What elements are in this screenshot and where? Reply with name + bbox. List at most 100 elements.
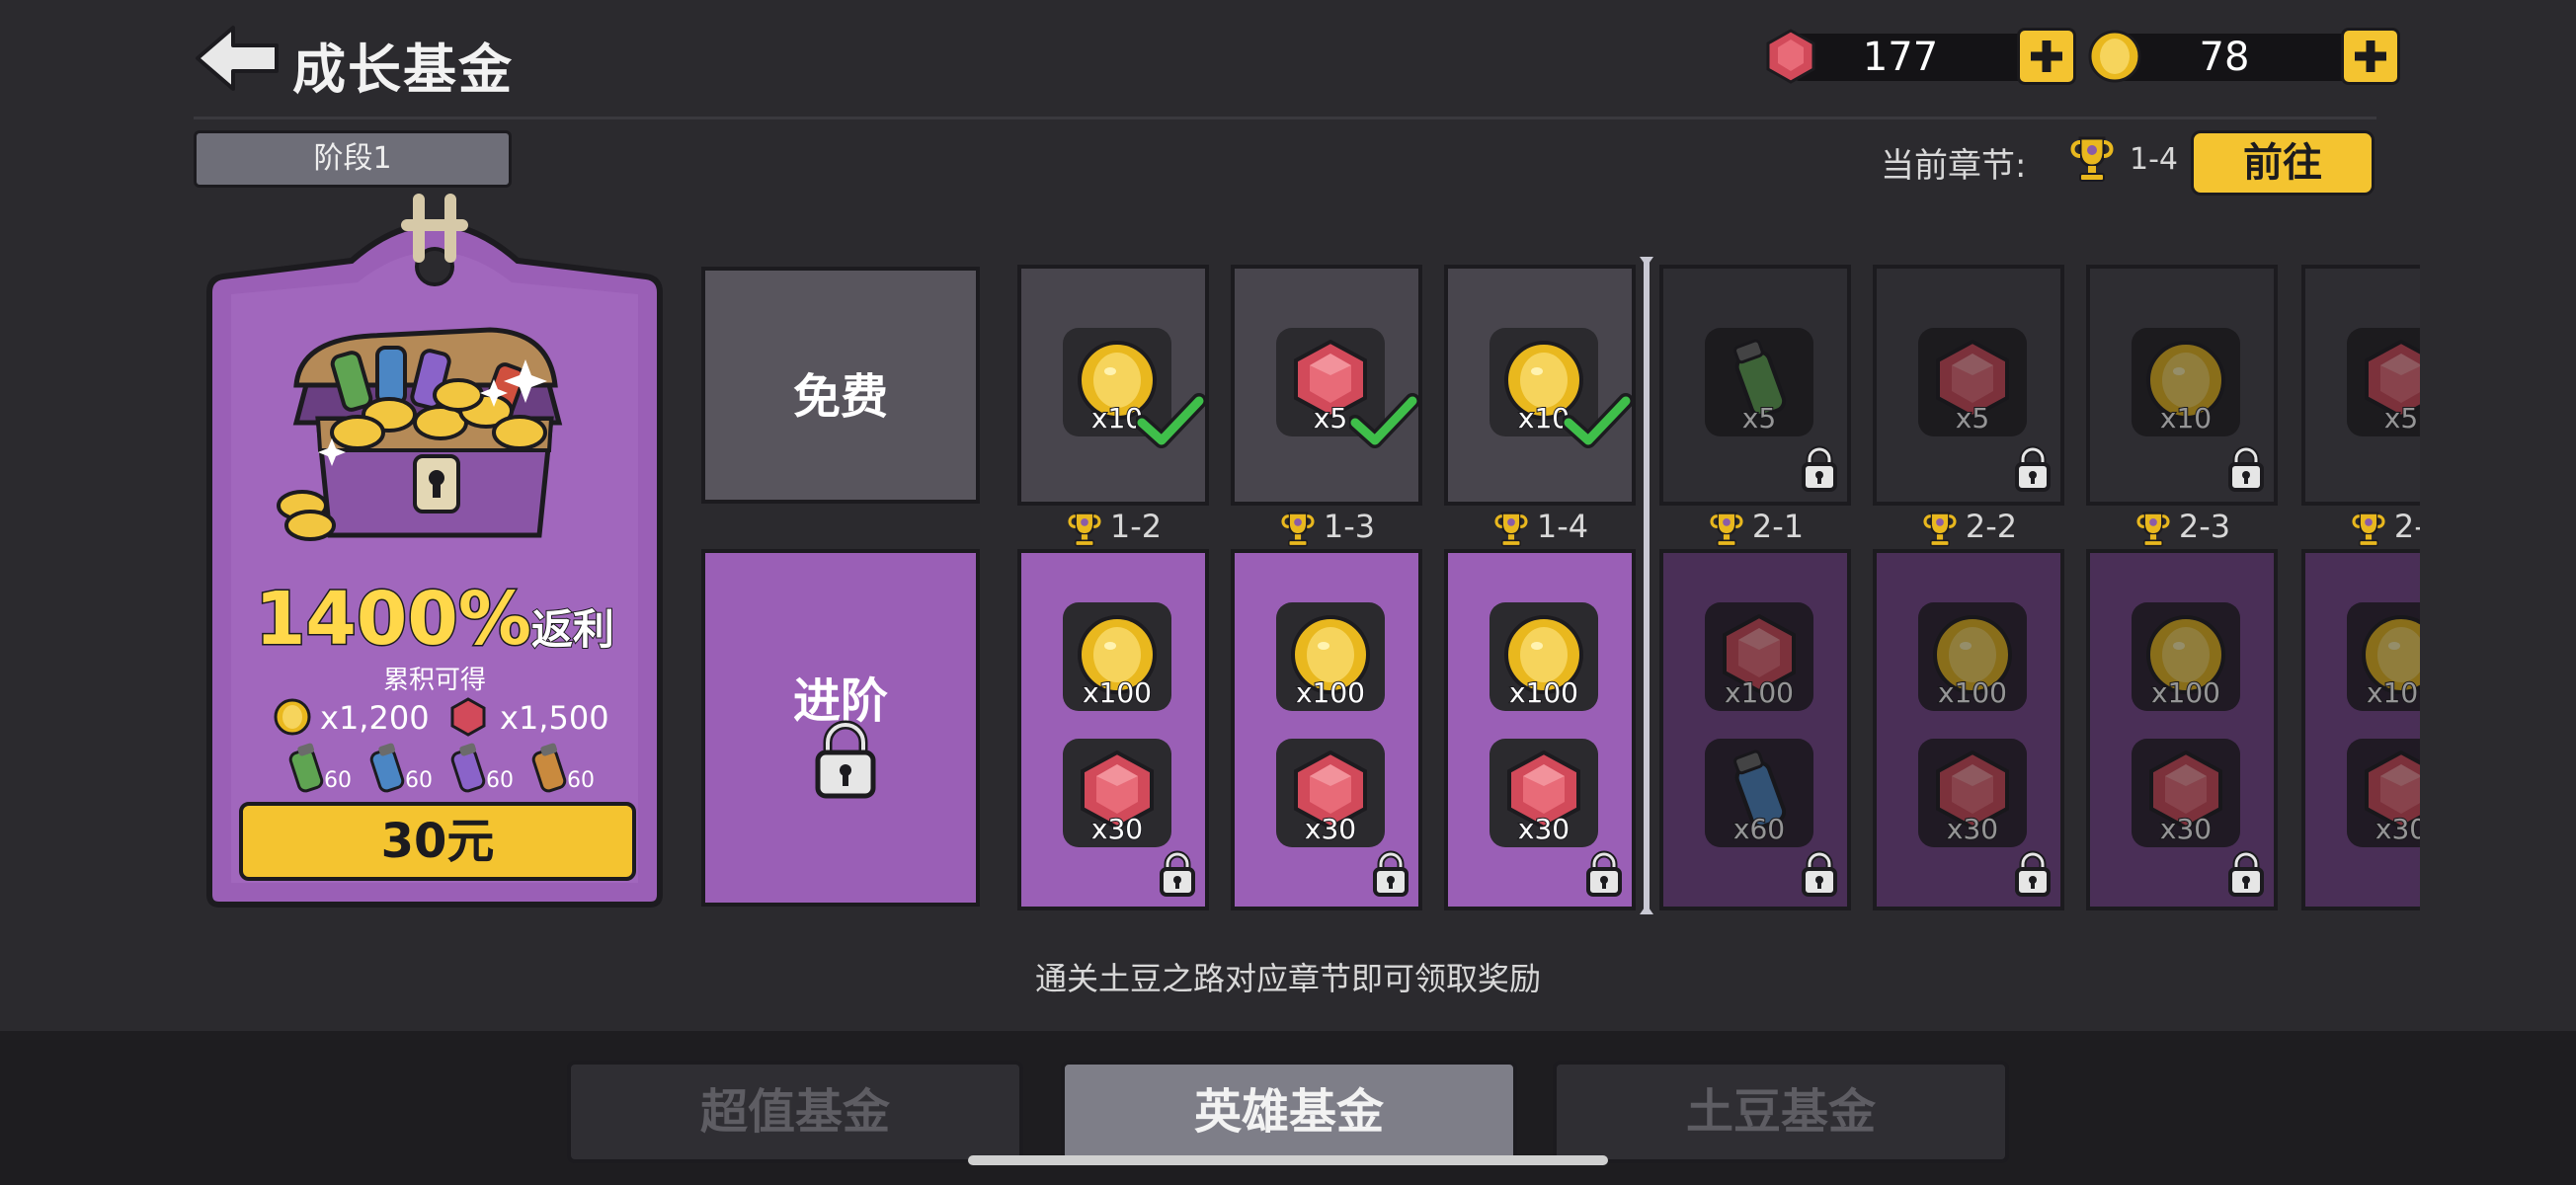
tab-value-fund[interactable]: 超值基金 [567,1061,1023,1163]
reward-column-2-4: x52-4 x100x30 [2294,259,2420,918]
locked-overlay [1918,602,2027,711]
free-reward-cell[interactable]: x5 [2301,265,2420,506]
potion-orange-total: 60 [527,743,606,800]
checkmark-icon [1347,393,1420,452]
reward-column-1-2: x10 1-2 x100 x30 [1009,259,1217,918]
rebate-text: 1400%返利 [203,576,666,664]
free-reward-cell[interactable]: x10 [2086,265,2278,506]
potion-green-total: 60 [284,743,363,800]
reward-amount: x100 [1082,675,1153,710]
coin-icon [274,698,311,736]
free-reward-cell[interactable]: x5 [1659,265,1851,506]
advanced-reward-coin: x100 [1063,602,1171,711]
advanced-reward-cell[interactable]: x100x30 [2086,549,2278,910]
trophy-icon [2070,136,2114,182]
green-potion-icon [288,743,324,793]
purchase-price-button[interactable]: 30元 [239,802,636,881]
lock-icon [815,720,876,799]
stage-number: 1-3 [1323,508,1376,545]
treasure-chest-icon [277,327,563,541]
advanced-reward-gem: x30 [1063,739,1171,847]
advanced-reward-cell[interactable]: x100x30 [2301,549,2420,910]
stage-label: 1-4 [1436,508,1644,549]
free-row-label: 免费 [792,369,888,425]
coin-count: 78 [2199,35,2250,80]
tab-hero-fund[interactable]: 英雄基金 [1061,1061,1517,1163]
progress-separator [1640,257,1653,914]
orange-potion-icon [531,743,567,793]
stage-label: 2-2 [1865,508,2072,549]
locked-overlay [1918,328,2027,436]
accumulated-totals: x1,200 x1,500 [273,695,618,741]
trophy-icon [1707,508,1752,547]
advanced-reward-gem: x30 [1276,739,1385,847]
stage-number: 2-4 [2393,508,2420,545]
add-coins-button[interactable] [2341,28,2400,85]
locked-overlay [1705,328,1813,436]
checkmark-icon [1134,393,1207,452]
current-chapter-label: 当前章节: [1881,146,2027,186]
advanced-reward-coin: x100 [1276,602,1385,711]
free-reward-cell[interactable]: x5 [1873,265,2064,506]
gem-counter: 177 [1762,28,2076,85]
locked-overlay [2132,602,2240,711]
trophy-icon [2133,508,2179,547]
advanced-reward-cell[interactable]: x100x30 [1873,549,2064,910]
stage-label: 2-3 [2078,508,2286,549]
reward-column-2-2: x5 2-2 x100 x30 [1865,259,2072,918]
trophy-icon [2349,508,2394,547]
gems-total: x1,500 [500,699,609,737]
trophy-icon [1920,508,1966,547]
trophy-icon [1065,508,1110,547]
blue-potion-icon [369,743,405,793]
reward-amount: x100 [1508,675,1579,710]
coin-counter: 78 [2086,28,2400,85]
accumulated-label: 累积可得 [382,666,486,695]
reward-grid: x10 1-2 x100 x30 x5 1-3 x100 x30 x10 1-4 x100 x30 x5… [1009,259,2420,918]
rebate-label: 返利 [530,604,615,655]
lock-icon [2226,849,2266,901]
stage-tab[interactable]: 阶段1 [194,130,512,188]
free-reward-cell[interactable]: x5 [1231,265,1422,506]
stage-number: 2-3 [2178,508,2231,545]
reward-column-1-4: x10 1-4 x100 x30 [1436,259,1644,918]
advanced-reward-gem: x30 [1489,739,1598,847]
trophy-icon [1278,508,1324,547]
free-reward-cell[interactable]: x10 [1017,265,1209,506]
tab-potato-fund[interactable]: 土豆基金 [1553,1061,2009,1163]
stage-label: 2-4 [2294,508,2420,549]
free-row-header: 免费 [701,267,980,504]
go-button[interactable]: 前往 [2191,130,2375,196]
advanced-reward-cell[interactable]: x100 x30 [1017,549,1209,910]
reward-amount: x30 [1090,812,1144,846]
reward-amount: x30 [1304,812,1357,846]
add-gems-button[interactable] [2017,28,2076,85]
reward-column-2-1: x5 2-1 x100 x60 [1651,259,1859,918]
advanced-reward-cell[interactable]: x100 x60 [1659,549,1851,910]
rebate-percent: 1400% [253,576,532,664]
home-indicator [968,1155,1608,1165]
stage-label: 1-3 [1223,508,1430,549]
purple-potion-icon [450,743,486,793]
reward-amount: x30 [1517,812,1570,846]
locked-overlay [2347,602,2420,711]
lock-icon [1584,849,1624,901]
advanced-reward-cell[interactable]: x100 x30 [1231,549,1422,910]
lock-icon [1800,849,1839,901]
trophy-icon [1491,508,1537,547]
locked-overlay [1705,602,1813,711]
claim-hint: 通关土豆之路对应章节即可领取奖励 [1034,960,1541,997]
page-title: 成长基金 [292,39,514,101]
reward-column-1-3: x5 1-3 x100 x30 [1223,259,1430,918]
stage-number: 1-4 [1536,508,1589,545]
lock-icon [2226,444,2266,496]
back-arrow-icon[interactable] [194,24,282,93]
lock-icon [1158,849,1197,901]
free-reward-cell[interactable]: x10 [1444,265,1636,506]
stage-label: 1-2 [1009,508,1217,549]
lock-icon [1371,849,1410,901]
current-chapter-value: 1-4 [2130,142,2178,177]
advanced-reward-cell[interactable]: x100 x30 [1444,549,1636,910]
locked-overlay [1705,739,1813,847]
reward-amount: x100 [1295,675,1366,710]
